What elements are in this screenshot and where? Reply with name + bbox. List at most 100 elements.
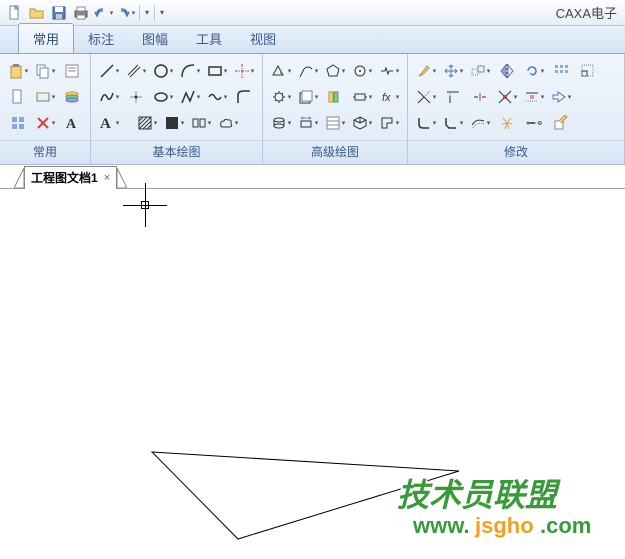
ellipse-tool-icon[interactable]: ▾: [151, 86, 175, 108]
svg-text:A: A: [100, 116, 111, 131]
separator: [139, 5, 140, 21]
circle-tool-icon[interactable]: ▾: [151, 60, 175, 82]
group-icon[interactable]: [6, 112, 30, 134]
open-icon[interactable]: [26, 3, 48, 23]
chamfer-icon[interactable]: ▾: [441, 112, 465, 134]
new-doc-icon[interactable]: [4, 3, 26, 23]
stretch-icon[interactable]: ▾: [549, 86, 573, 108]
dimension-icon[interactable]: ▾: [296, 112, 320, 134]
mirror-icon[interactable]: [495, 60, 519, 82]
pline-icon[interactable]: [232, 86, 256, 108]
partlist-icon[interactable]: ▾: [323, 112, 347, 134]
svg-text:jsgho: jsgho: [474, 513, 534, 538]
line-tool-icon[interactable]: ▾: [97, 60, 121, 82]
ribbon-label-jiben: 基本绘图: [91, 140, 262, 164]
spline-tool-icon[interactable]: ▾: [97, 86, 121, 108]
app-menu-corner[interactable]: [0, 25, 18, 53]
ribbon-group-changyong: ▾ ▾ ▾ ▾ A 常用: [0, 54, 91, 164]
lengthen-icon[interactable]: [522, 112, 546, 134]
fillet-icon[interactable]: ▾: [414, 112, 438, 134]
split-icon[interactable]: ▾: [522, 86, 546, 108]
parallel-line-icon[interactable]: ▾: [124, 60, 148, 82]
svg-text:www.: www.: [412, 513, 470, 538]
edit-icon[interactable]: [549, 112, 573, 134]
text-tool-icon[interactable]: A: [60, 112, 84, 134]
text-big-icon[interactable]: A▾: [97, 112, 121, 134]
tab-edge-left: [14, 168, 24, 189]
undo-icon[interactable]: ▾: [92, 3, 114, 23]
quick-access-toolbar: ▾ ▾ ▾ ▾ CAXA电子: [0, 0, 625, 26]
document-tab-label: 工程图文档1: [31, 169, 98, 186]
separator: [154, 5, 155, 21]
formula-icon[interactable]: fx▾: [377, 86, 401, 108]
ribbon-label-changyong: 常用: [0, 140, 90, 164]
svg-text:.com: .com: [540, 513, 591, 538]
component-icon[interactable]: ▾: [350, 86, 374, 108]
intersect-icon[interactable]: ▾: [495, 86, 519, 108]
break-icon[interactable]: ▾: [377, 60, 401, 82]
fill-tool-icon[interactable]: ▾: [162, 112, 186, 134]
document-tab-active[interactable]: 工程图文档1 ×: [24, 166, 117, 189]
svg-text:A: A: [66, 117, 77, 131]
explode-icon[interactable]: [495, 112, 519, 134]
save-icon[interactable]: [48, 3, 70, 23]
polyline2-icon[interactable]: ▾: [269, 60, 293, 82]
axon-tool-icon[interactable]: ▾: [350, 112, 374, 134]
tab-gongju[interactable]: 工具: [182, 24, 236, 53]
ribbon-tabs: 常用 标注 图幅 工具 视图: [0, 26, 625, 54]
tab-tufu[interactable]: 图幅: [128, 24, 182, 53]
copy-move-icon[interactable]: ▾: [468, 60, 492, 82]
gear-tool-icon[interactable]: ▾: [269, 86, 293, 108]
document-tabs: 工程图文档1 ×: [0, 165, 625, 189]
rotate-icon[interactable]: ▾: [522, 60, 546, 82]
trim-icon[interactable]: ▾: [414, 86, 438, 108]
delete-icon[interactable]: ▾: [33, 112, 57, 134]
tab-edge-right: [117, 168, 127, 189]
scale-icon[interactable]: [576, 60, 600, 82]
app-title: CAXA电子: [556, 3, 617, 22]
qa-dropdown-2[interactable]: ▾: [158, 8, 166, 17]
extend-icon[interactable]: [441, 86, 465, 108]
ribbon: ▾ ▾ ▾ ▾ A 常用 ▾ ▾ ▾ ▾ ▾: [0, 54, 625, 165]
boundary-icon[interactable]: ▾: [377, 112, 401, 134]
ribbon-group-xiugai: ▾ ▾ ▾ ▾ ▾ ▾ ▾ ▾ ▾ ▾ ▾: [408, 54, 625, 164]
library-icon[interactable]: [323, 86, 347, 108]
wave-line-icon[interactable]: ▾: [205, 86, 229, 108]
arc-tool-icon[interactable]: ▾: [178, 60, 202, 82]
tab-biaozhu[interactable]: 标注: [74, 24, 128, 53]
tangent-arc-icon[interactable]: ▾: [296, 60, 320, 82]
watermark-logo: 技术员联盟 www. jsgho .com: [355, 473, 625, 548]
qa-customize-dropdown[interactable]: ▾: [143, 8, 151, 17]
offset-icon[interactable]: ▾: [468, 112, 492, 134]
block-insert-icon[interactable]: ▾: [296, 86, 320, 108]
edge-icon[interactable]: [468, 86, 492, 108]
select-icon[interactable]: ▾: [33, 86, 57, 108]
layers-icon[interactable]: [60, 86, 84, 108]
print-icon[interactable]: [70, 3, 92, 23]
new-icon[interactable]: [6, 86, 30, 108]
paste-icon[interactable]: ▾: [6, 60, 30, 82]
hole-tool-icon[interactable]: ▾: [269, 112, 293, 134]
cloud-tool-icon[interactable]: ▾: [216, 112, 240, 134]
svg-text:fx: fx: [382, 92, 391, 104]
circle-dot-icon[interactable]: ▾: [350, 60, 374, 82]
hatch-tool-icon[interactable]: ▾: [135, 112, 159, 134]
centerline-icon[interactable]: ▾: [232, 60, 256, 82]
svg-text:技术员联盟: 技术员联盟: [397, 477, 561, 513]
polygon-tool-icon[interactable]: ▾: [323, 60, 347, 82]
polyline-tool-icon[interactable]: ▾: [178, 86, 202, 108]
symbol-block-icon[interactable]: ▾: [189, 112, 213, 134]
brush-icon[interactable]: ▾: [414, 60, 438, 82]
properties-match-icon[interactable]: [60, 60, 84, 82]
ribbon-label-gaoji: 高级绘图: [263, 140, 407, 164]
rectangle-tool-icon[interactable]: ▾: [205, 60, 229, 82]
close-tab-icon[interactable]: ×: [104, 172, 110, 184]
point-tool-icon[interactable]: [124, 86, 148, 108]
copy-icon[interactable]: ▾: [33, 60, 57, 82]
tab-shitu[interactable]: 视图: [236, 24, 290, 53]
tab-changyong[interactable]: 常用: [18, 23, 74, 53]
array-icon[interactable]: [549, 60, 573, 82]
redo-icon[interactable]: ▾: [114, 3, 136, 23]
ribbon-label-xiugai: 修改: [408, 140, 624, 164]
move-tool-icon[interactable]: ▾: [441, 60, 465, 82]
